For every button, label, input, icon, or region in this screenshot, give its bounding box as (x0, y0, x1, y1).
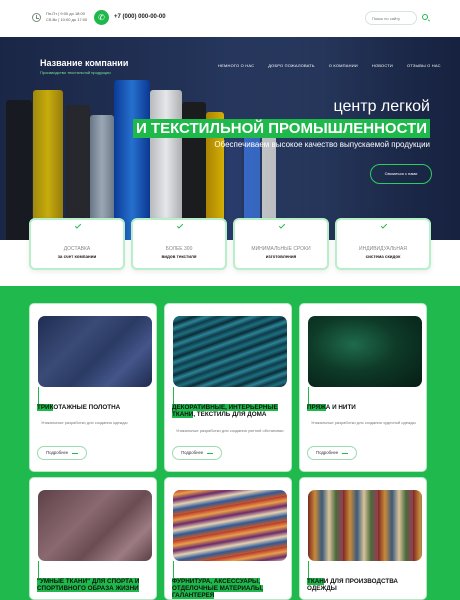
nav-item-welcome[interactable]: ДОБРО ПОЖАЛОВАТЬ (268, 63, 315, 68)
nav-item-reviews[interactable]: ОТЗЫВЫ О НАС (407, 63, 441, 68)
accent-line (308, 561, 309, 579)
check-icon (176, 222, 184, 229)
search-input[interactable] (365, 11, 417, 25)
product-image[interactable] (173, 316, 287, 387)
product-card-clothing-fabric[interactable]: ТКАНИ ДЛЯ ПРОИЗВОДСТВА ОДЕЖДЫ (299, 477, 427, 600)
feature-title: ИНДИВИДУАЛЬНАЯ (359, 246, 407, 252)
details-button[interactable]: Подробнее (37, 446, 87, 460)
feature-card-delivery: ДОСТАВКА за счет компании (29, 218, 125, 270)
feature-title: МИНИМАЛЬНЫЕ СРОКИ (251, 246, 311, 252)
accent-line (38, 561, 39, 579)
feature-subtitle: система скидок (365, 254, 401, 259)
phone-icon[interactable]: ✆ (94, 10, 109, 25)
product-image[interactable] (173, 490, 287, 561)
accent-line (38, 387, 39, 405)
product-image[interactable] (38, 316, 152, 387)
feature-card-discounts: ИНДИВИДУАЛЬНАЯ система скидок (335, 218, 431, 270)
top-bar: Пн-Пт | 9:00 до 18:00 Сб-Вс | 10:00 до 1… (0, 0, 460, 37)
check-icon (380, 222, 388, 229)
product-card-accessories[interactable]: ФУРНИТУРА, АКСЕССУАРЫ, ОТДЕЛОЧНЫЕ МАТЕРИ… (164, 477, 292, 600)
accent-line (173, 561, 174, 579)
feature-subtitle: за счет компании (57, 254, 97, 259)
main-nav: НЕМНОГО О НАС ДОБРО ПОЖАЛОВАТЬ О КОМПАНИ… (218, 63, 441, 68)
product-title[interactable]: ФУРНИТУРА, АКСЕССУАРЫ, ОТДЕЛОЧНЫЕ МАТЕРИ… (172, 578, 288, 599)
phone-number[interactable]: +7 (000) 000-00-00 (114, 14, 166, 20)
product-card-knitted[interactable]: ТРИКОТАЖНЫЕ ПОЛОТНА Уникальные разработк… (29, 303, 157, 472)
accent-line (308, 387, 309, 405)
nav-item-company[interactable]: О КОМПАНИИ (329, 63, 358, 68)
details-button[interactable]: Подробнее (307, 446, 357, 460)
product-description: Уникальные разработки для создания одежд… (41, 420, 128, 425)
product-title[interactable]: ПРЯЖА И НИТИ (307, 404, 423, 411)
feature-card-terms: МИНИМАЛЬНЫЕ СРОКИ изготовления (233, 218, 329, 270)
feature-subtitle: видов текстиля (161, 254, 197, 259)
product-card-decorative[interactable]: ДЕКОРАТИВНЫЕ, ИНТЕРЬЕРНЫЕ ТКАНИ, ТЕКСТИЛ… (164, 303, 292, 472)
product-card-yarn[interactable]: ПРЯЖА И НИТИ Уникальные разработки для с… (299, 303, 427, 472)
accent-line (173, 387, 174, 405)
product-image[interactable] (38, 490, 152, 561)
product-description: Уникальные разработки для создания чудес… (311, 420, 416, 425)
feature-title: ДОСТАВКА (63, 246, 91, 252)
feature-subtitle: изготовления (265, 254, 297, 259)
product-description: Уникальные разработки для создания уютно… (176, 428, 284, 433)
check-icon (278, 222, 286, 229)
product-image[interactable] (308, 316, 422, 387)
hours-weekend: Сб-Вс | 10:00 до 17:00 (46, 17, 88, 22)
search-icon[interactable] (422, 14, 428, 20)
product-title[interactable]: ТКАНИ ДЛЯ ПРОИЗВОДСТВА ОДЕЖДЫ (307, 578, 423, 592)
clock-icon (32, 13, 41, 22)
product-card-smart[interactable]: "УМНЫЕ ТКАНИ" ДЛЯ СПОРТА И СПОРТИВНОГО О… (29, 477, 157, 600)
company-tagline: Производство текстильной продукции (40, 70, 111, 75)
details-button[interactable]: Подробнее (172, 446, 222, 460)
feature-card-variety: БОЛЕЕ 300 видов текстиля (131, 218, 227, 270)
check-icon (74, 222, 82, 229)
working-hours: Пн-Пт | 9:00 до 18:00 Сб-Вс | 10:00 до 1… (46, 11, 94, 23)
hero-banner: Название компании Производство текстильн… (0, 37, 460, 240)
hero-heading-line2: И ТЕКСТИЛЬНОЙ ПРОМЫШЛЕННОСТИ (132, 119, 430, 138)
nav-item-about[interactable]: НЕМНОГО О НАС (218, 63, 254, 68)
nav-item-news[interactable]: НОВОСТИ (372, 63, 393, 68)
contact-button[interactable]: Связаться с нами (370, 164, 432, 184)
hero-heading-line1: центр легкой (333, 98, 430, 115)
product-title[interactable]: ТРИКОТАЖНЫЕ ПОЛОТНА (37, 404, 153, 411)
product-title[interactable]: "УМНЫЕ ТКАНИ" ДЛЯ СПОРТА И СПОРТИВНОГО О… (37, 578, 153, 592)
product-title[interactable]: ДЕКОРАТИВНЫЕ, ИНТЕРЬЕРНЫЕ ТКАНИ, ТЕКСТИЛ… (172, 404, 288, 418)
company-name[interactable]: Название компании (40, 58, 128, 68)
feature-title: БОЛЕЕ 300 (165, 246, 193, 252)
hero-subheading: Обеспечиваем высокое качество выпускаемо… (214, 140, 430, 149)
product-image[interactable] (308, 490, 422, 561)
